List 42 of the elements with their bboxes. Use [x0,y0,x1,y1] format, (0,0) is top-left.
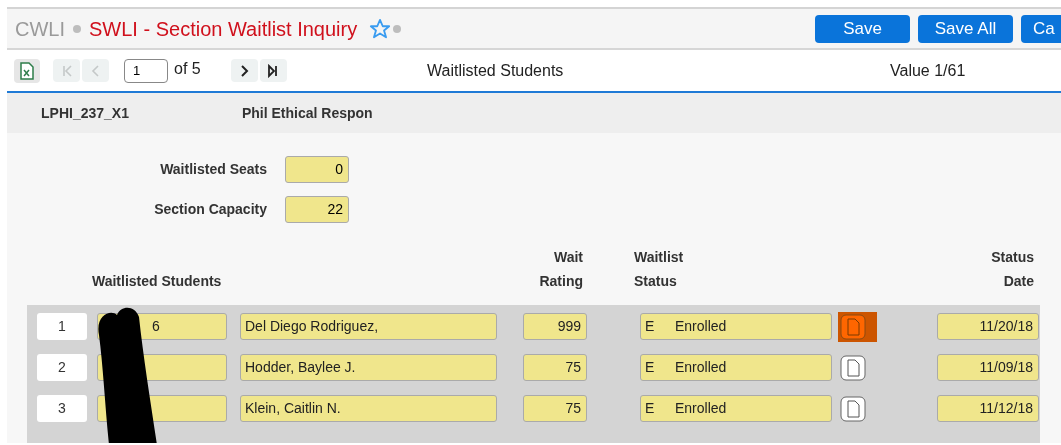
status-date-field: 11/09/18 [937,354,1039,381]
status-code: E [645,358,656,377]
toolbar-button[interactable]: Save [815,14,910,43]
status-code: E [645,399,656,418]
row-number: 3 [37,395,87,422]
page-title: SWLI - Section Waitlist Inquiry [89,16,358,42]
toolbar-button[interactable]: Save All [918,14,1013,43]
wait-rating-field: 75 [523,354,587,381]
student-name-field: Klein, Caitlin N. [240,395,497,422]
value-counter: Value 1/61 [890,60,966,81]
toolbar-title: Waitlisted Students [427,60,564,81]
row-number: 1 [37,313,87,340]
status-text: Enrolled [675,317,727,336]
last-page-icon[interactable] [259,59,287,82]
row-number: 2 [37,354,87,381]
student-name-field: Del Diego Rodriguez, [240,313,497,340]
status-text: Enrolled [675,399,727,418]
favorite-star-icon[interactable] [369,17,392,40]
wait-rating-field: 75 [523,395,587,422]
status-code: E [645,317,656,336]
page-count: of 5 [174,59,201,79]
student-name-field: Hodder, Baylee J. [240,354,497,381]
section-name: Phil Ethical Respon [241,103,373,123]
next-page-icon[interactable] [230,59,258,82]
wait-rating-field: 999 [523,313,587,340]
breadcrumb-link[interactable]: CWLI [15,13,65,44]
section-code: LPHI_237_X1 [41,103,129,123]
column-header: Wait Rating [538,248,583,291]
excel-export-icon[interactable] [14,58,40,83]
status-date-field: 11/12/18 [937,395,1039,422]
value-field: 0 [285,156,349,183]
column-header: Waitlisted Students [92,272,222,291]
column-header: Status Date [990,248,1034,291]
status-date-field: 11/20/18 [937,313,1039,340]
status-text: Enrolled [675,358,727,377]
page-number-field[interactable]: 1 [124,58,168,83]
note-icon[interactable] [838,311,877,342]
field-label: Waitlisted Seats [159,160,268,179]
toolbar-button[interactable]: Ca [1021,14,1061,43]
field-label: Section Capacity [153,200,268,219]
column-header: Waitlist Status [634,248,684,291]
value-field: 22 [285,196,349,223]
